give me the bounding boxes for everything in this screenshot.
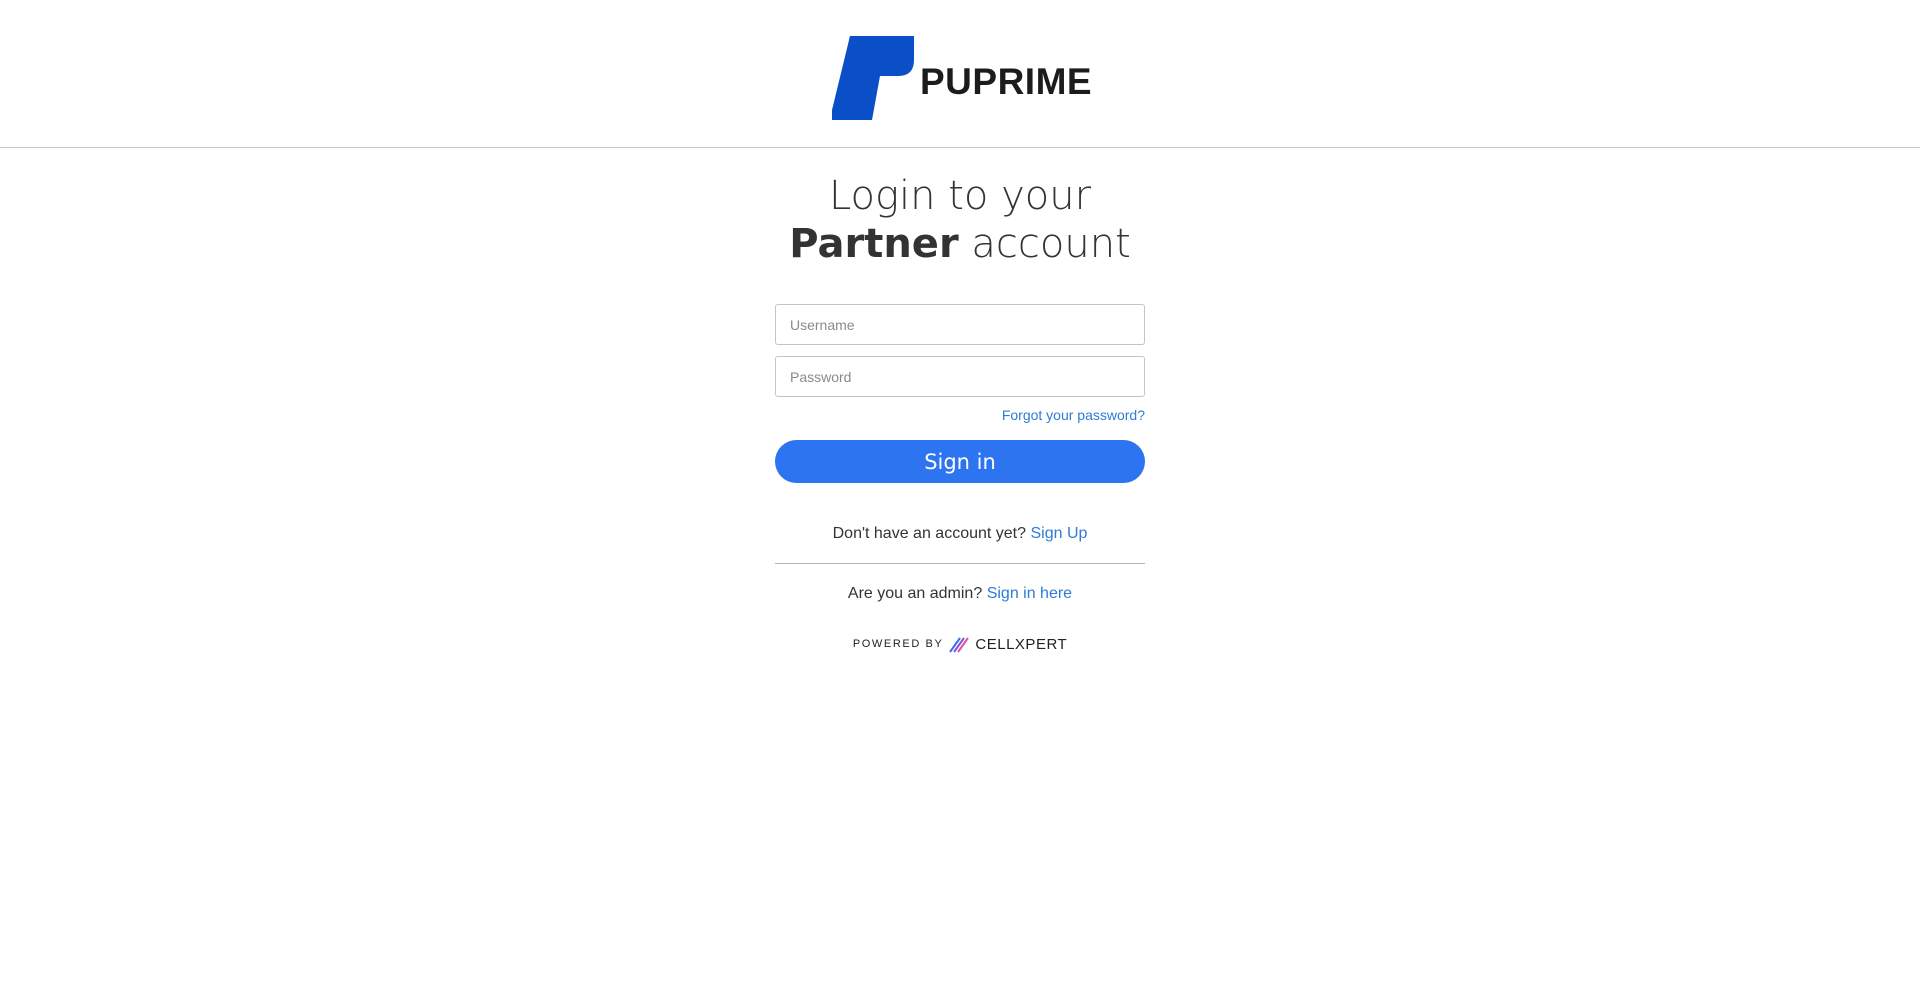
signup-prompt: Don't have an account yet? (832, 525, 1027, 542)
admin-sign-in-link[interactable]: Sign in here (987, 585, 1072, 602)
cellxpert-logo-icon (949, 637, 970, 653)
site-header: PUPRIME (0, 0, 1920, 148)
title-line-2: Partner account (0, 220, 1920, 268)
login-form: Forgot your password? Sign in Don't have… (775, 304, 1145, 653)
cellxpert-name: CELLXPERT (975, 635, 1068, 653)
admin-row: Are you an admin? Sign in here (775, 585, 1145, 603)
signup-row: Don't have an account yet? Sign Up (775, 525, 1145, 543)
title-line-1: Login to your (828, 173, 1092, 219)
brand-name: PUPRIME (920, 61, 1093, 102)
puprime-logo-icon (832, 36, 914, 120)
brand-logo[interactable]: PUPRIME (832, 36, 1092, 120)
powered-by-label: POWERED BY (852, 638, 944, 650)
username-input[interactable] (775, 304, 1145, 345)
page-title: Login to your Partner account (0, 172, 1920, 268)
admin-prompt: Are you an admin? (847, 585, 983, 602)
divider (775, 563, 1145, 564)
forgot-password-link[interactable]: Forgot your password? (1002, 407, 1145, 423)
title-bold-word: Partner (789, 221, 959, 267)
title-rest: account (971, 221, 1131, 267)
forgot-row: Forgot your password? (775, 407, 1145, 425)
sign-in-button[interactable]: Sign in (775, 440, 1145, 483)
sign-up-link[interactable]: Sign Up (1030, 525, 1087, 542)
password-input[interactable] (775, 356, 1145, 397)
powered-by[interactable]: POWERED BY CELLXPERT (775, 635, 1145, 653)
